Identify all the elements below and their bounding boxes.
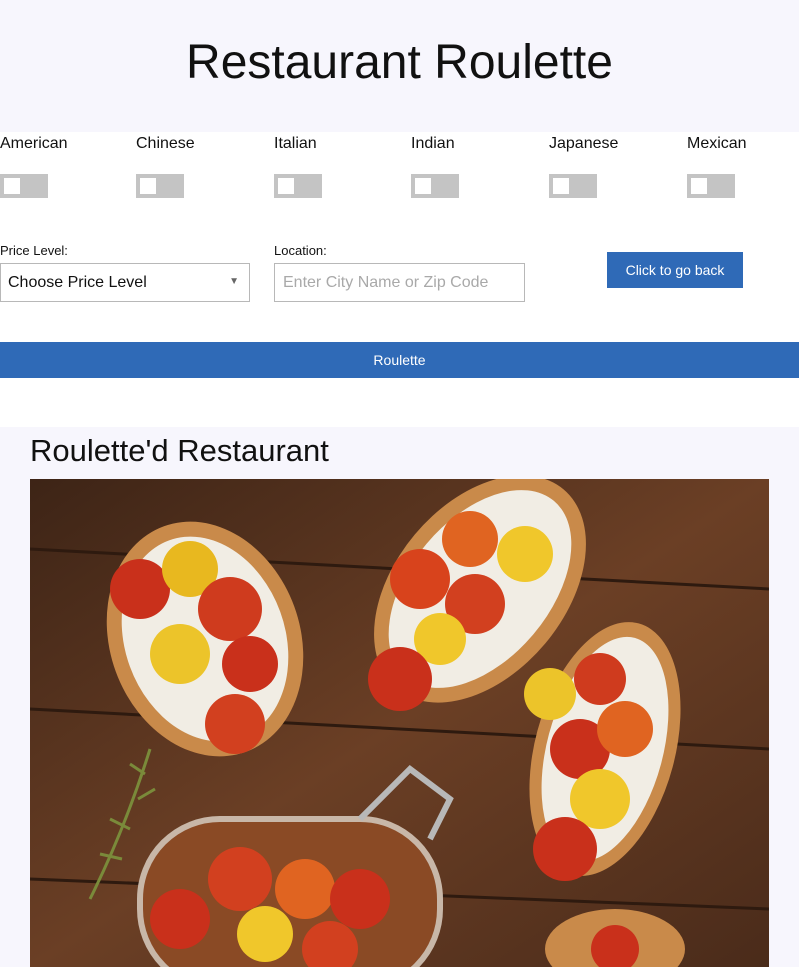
cuisine-label: Chinese [136, 135, 195, 152]
toggle-american[interactable] [0, 174, 48, 198]
page-title: Restaurant Roulette [186, 36, 613, 89]
cuisine-label: Italian [274, 135, 317, 152]
cuisine-italian: Italian [274, 134, 394, 198]
price-level-select[interactable]: Choose Price Level ▼ [0, 263, 250, 302]
chevron-down-icon: ▼ [229, 276, 239, 287]
toggle-knob [4, 178, 20, 194]
toggle-indian[interactable] [411, 174, 459, 198]
cuisine-label: American [0, 135, 68, 152]
roulette-button[interactable]: Roulette [0, 342, 799, 378]
toggle-knob [278, 178, 294, 194]
food-photo-icon [30, 479, 769, 967]
cuisine-american: American [0, 134, 120, 198]
cuisine-indian: Indian [411, 134, 531, 198]
result-title: Roulette'd Restaurant [30, 433, 329, 468]
restaurant-photo [30, 479, 769, 967]
cuisine-label: Indian [411, 135, 455, 152]
header: Restaurant Roulette [0, 0, 799, 132]
cuisine-japanese: Japanese [549, 134, 669, 198]
toggle-knob [140, 178, 156, 194]
toggle-knob [415, 178, 431, 194]
cuisine-label: Japanese [549, 135, 619, 152]
go-back-button[interactable]: Click to go back [607, 252, 743, 288]
toggle-mexican[interactable] [687, 174, 735, 198]
toggle-knob [691, 178, 707, 194]
cuisine-mexican: Mexican [687, 134, 799, 198]
location-label: Location: [274, 243, 327, 258]
toggle-italian[interactable] [274, 174, 322, 198]
price-level-value: Choose Price Level [8, 274, 147, 291]
toggle-japanese[interactable] [549, 174, 597, 198]
price-level-label: Price Level: [0, 243, 68, 258]
cuisine-chinese: Chinese [136, 134, 256, 198]
location-input[interactable] [274, 263, 525, 302]
cuisine-label: Mexican [687, 135, 747, 152]
toggle-chinese[interactable] [136, 174, 184, 198]
toggle-knob [553, 178, 569, 194]
result-section: Roulette'd Restaurant [0, 427, 799, 967]
